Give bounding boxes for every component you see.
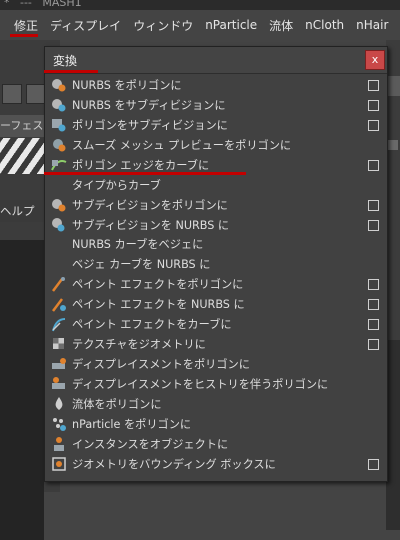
menu-item-label: ジオメトリをバウンディング ボックスに (72, 457, 276, 471)
poly-to-subdiv-icon (48, 116, 70, 134)
texture-geo-icon (48, 335, 70, 353)
close-button[interactable]: x (365, 50, 385, 70)
menu-title-highlight (44, 70, 98, 73)
menu-item[interactable]: NURBS カーブをベジェに (45, 235, 387, 255)
menu-item-label: ポリゴン エッジをカーブに (72, 158, 210, 172)
menu-item[interactable]: インスタンスをオブジェクトに (45, 434, 387, 454)
option-box-icon[interactable] (368, 99, 379, 111)
menu-item[interactable]: ペイント エフェクトを NURBS に (45, 294, 387, 314)
menu-item[interactable]: ディスプレイスメントをポリゴンに (45, 354, 387, 374)
save-icon[interactable] (26, 84, 46, 104)
menu-item-label: ペイント エフェクトを NURBS に (72, 298, 245, 312)
menu-ncloth[interactable]: nCloth (299, 18, 350, 32)
menu-item[interactable]: テクスチャをジオメトリに (45, 334, 387, 354)
modify-menu-highlight (10, 34, 38, 37)
menu-item-label: ポリゴンをサブディビジョンに (72, 118, 228, 132)
left-panel-dark (0, 240, 44, 540)
menu-item[interactable]: nParticle をポリゴンに (45, 414, 387, 434)
menu-nparticle[interactable]: nParticle (199, 18, 263, 32)
right-panel (386, 40, 400, 530)
convert-menu-window: 変換 x NURBS をポリゴンに NURBS をサブディビジョンに ポリゴンをサブ… (44, 46, 388, 482)
nparticle-poly-icon (48, 415, 70, 433)
menu-item-label: ディスプレイスメントをヒストリを伴うポリゴンに (72, 378, 329, 392)
menu-item[interactable]: サブディビジョンをポリゴンに (45, 195, 387, 215)
nurbs-to-poly-icon (48, 76, 70, 94)
right-panel-tab[interactable] (386, 76, 400, 96)
menu-nhair[interactable]: nHair (350, 18, 394, 32)
nurbs-to-subdiv-icon (48, 96, 70, 114)
option-box-icon[interactable] (368, 219, 379, 231)
menu-item[interactable]: サブディビジョンを NURBS に (45, 215, 387, 235)
fluid-poly-icon (48, 395, 70, 413)
menu-item[interactable]: ペイント エフェクトをカーブに (45, 314, 387, 334)
menu-item-label: サブディビジョンを NURBS に (72, 218, 230, 232)
menu-item[interactable]: ペイント エフェクトをポリゴンに (45, 274, 387, 294)
paint-fx-nurbs-icon (48, 295, 70, 313)
menu-item[interactable]: ポリゴンをサブディビジョンに (45, 115, 387, 135)
window-title-bar: * --- MASH1 (0, 0, 400, 10)
menu-item[interactable]: スムーズ メッシュ プレビューをポリゴンに (45, 135, 387, 155)
menu-item-label: ディスプレイスメントをポリゴンに (72, 358, 250, 372)
displacement-history-icon (48, 375, 70, 393)
menu-item-label: ペイント エフェクトをカーブに (72, 318, 232, 332)
displacement-poly-icon (48, 355, 70, 373)
right-panel-control[interactable] (388, 140, 398, 150)
help-menu[interactable]: ヘルプ (0, 200, 44, 222)
blank-icon (48, 176, 70, 194)
smooth-preview-icon (48, 136, 70, 154)
paint-fx-poly-icon (48, 275, 70, 293)
window-title: * --- MASH1 (4, 0, 82, 9)
menu-item[interactable]: ディスプレイスメントをヒストリを伴うポリゴンに (45, 374, 387, 394)
option-box-icon[interactable] (368, 299, 379, 311)
main-menubar: 修正 ディスプレイ ウィンドウ nParticle 流体 nCloth nHai… (0, 10, 400, 40)
option-box-icon[interactable] (368, 159, 379, 171)
menu-title: 変換 (53, 54, 78, 68)
menu-item-label: NURBS をサブディビジョンに (72, 98, 226, 112)
option-box-icon[interactable] (368, 339, 379, 351)
subdiv-to-nurbs-icon (48, 216, 70, 234)
menu-item-label: タイプからカーブ (72, 178, 161, 192)
option-box-icon[interactable] (368, 80, 379, 91)
menu-item[interactable]: NURBS をサブディビジョンに (45, 95, 387, 115)
shelf-icons (0, 84, 48, 106)
menu-display[interactable]: ディスプレイ (44, 17, 127, 34)
menu-item[interactable]: 流体をポリゴンに (45, 394, 387, 414)
menu-item[interactable]: ベジェ カーブを NURBS に (45, 254, 387, 274)
menu-item[interactable]: タイプからカーブ (45, 175, 387, 195)
option-box-icon[interactable] (368, 199, 379, 211)
menu-windows[interactable]: ウィンドウ (127, 17, 199, 34)
option-box-icon[interactable] (368, 279, 379, 291)
menu-modify[interactable]: 修正 (0, 17, 44, 34)
subdiv-to-poly-icon (48, 196, 70, 214)
instance-object-icon (48, 435, 70, 453)
menu-item-label: テクスチャをジオメトリに (72, 338, 206, 352)
blank-icon (48, 235, 70, 253)
menu-item-label: 流体をポリゴンに (72, 397, 162, 411)
shelf-tab-surfaces[interactable]: ーフェス (0, 115, 46, 137)
menu-item-label: ベジェ カーブを NURBS に (72, 258, 211, 272)
menu-item[interactable]: ジオメトリをバウンディング ボックスに (45, 454, 387, 474)
menu-fluids[interactable]: 流体 (263, 17, 299, 34)
menu-item[interactable]: NURBS をポリゴンに (45, 75, 387, 95)
menu-item-label: NURBS カーブをベジェに (72, 238, 204, 252)
menu-item-label: スムーズ メッシュ プレビューをポリゴンに (72, 138, 292, 152)
option-box-icon[interactable] (368, 319, 379, 331)
menu-list: NURBS をポリゴンに NURBS をサブディビジョンに ポリゴンをサブディビジョ… (45, 75, 387, 474)
menu-item-label: インスタンスをオブジェクトに (72, 437, 229, 451)
menu-item-label: NURBS をポリゴンに (72, 78, 182, 92)
right-panel-dark (386, 340, 400, 530)
option-box-icon[interactable] (368, 458, 379, 470)
shelf-stripe-icon[interactable] (0, 138, 44, 174)
blank-icon (48, 255, 70, 273)
menu-item-label: ペイント エフェクトをポリゴンに (72, 278, 244, 292)
folder-icon[interactable] (2, 84, 22, 104)
menu-ncon[interactable]: nCo (394, 18, 400, 32)
menu-item-label: nParticle をポリゴンに (72, 417, 192, 431)
selected-item-highlight (44, 172, 246, 175)
menu-item-label: サブディビジョンをポリゴンに (72, 198, 228, 212)
option-box-icon[interactable] (368, 119, 379, 131)
paint-fx-curve-icon (48, 315, 70, 333)
geometry-bbox-icon (48, 455, 70, 473)
